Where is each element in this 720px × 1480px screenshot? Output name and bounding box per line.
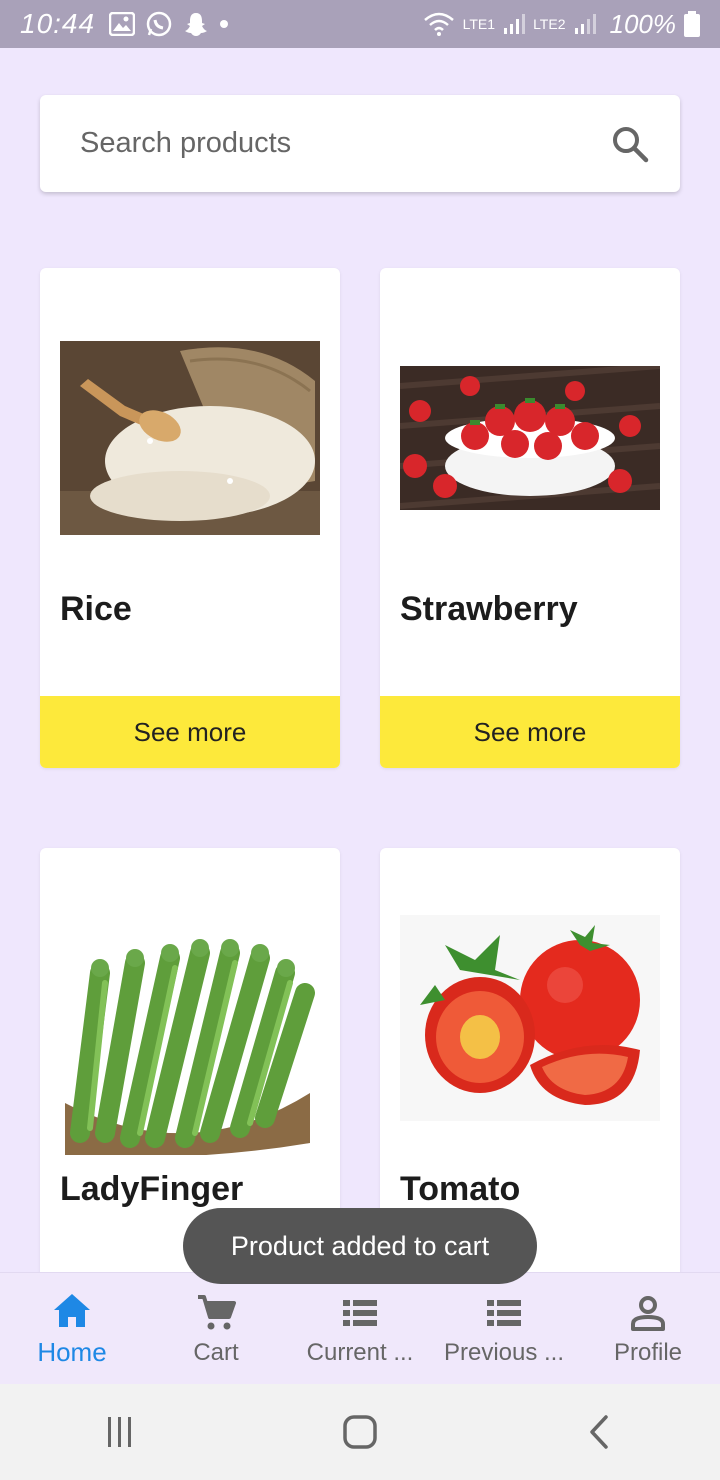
sim2-label: LTE2: [533, 16, 566, 32]
recent-apps-icon[interactable]: [100, 1412, 140, 1452]
product-card-rice[interactable]: Rice See more: [40, 268, 340, 768]
list-icon: [487, 1299, 521, 1326]
nav-item-home[interactable]: Home: [0, 1273, 144, 1384]
toast-message: Product added to cart: [183, 1208, 537, 1284]
nav-label: Current ...: [306, 1338, 414, 1366]
person-icon: [631, 1295, 665, 1331]
see-more-button[interactable]: See more: [40, 696, 340, 768]
battery-icon: [684, 11, 700, 37]
status-time: 10:44: [20, 8, 96, 39]
home-button-icon[interactable]: [340, 1412, 380, 1452]
wifi-icon: [423, 12, 454, 36]
notification-dot-icon: [220, 20, 229, 28]
nav-label: Previous ...: [443, 1338, 565, 1366]
list-icon: [343, 1299, 377, 1326]
home-icon: [54, 1294, 90, 1327]
system-navigation-bar: [0, 1384, 720, 1480]
search-input[interactable]: Search products: [80, 127, 610, 160]
sim1-label: LTE1: [462, 16, 496, 32]
product-name: Rice: [60, 590, 132, 628]
search-bar[interactable]: Search products: [40, 95, 680, 192]
snapchat-icon: [185, 13, 208, 36]
nav-label: Profile: [613, 1338, 683, 1366]
nav-item-previous-orders[interactable]: Previous ...: [432, 1273, 576, 1384]
cart-icon: [198, 1294, 236, 1329]
nav-item-current-orders[interactable]: Current ...: [288, 1273, 432, 1384]
product-image-ladyfinger: [60, 903, 320, 1155]
product-image-strawberry: [400, 366, 660, 510]
see-more-button[interactable]: See more: [380, 696, 680, 768]
product-name: Tomato: [400, 1170, 521, 1208]
battery-percent: 100%: [609, 8, 677, 39]
product-image-tomato: [400, 915, 660, 1121]
nav-item-profile[interactable]: Profile: [576, 1273, 720, 1384]
signal-icon: [504, 14, 526, 34]
signal-icon: [574, 14, 596, 34]
product-image-rice: [60, 341, 320, 535]
nav-item-cart[interactable]: Cart: [144, 1273, 288, 1384]
product-card-strawberry[interactable]: Strawberry See more: [380, 268, 680, 768]
whatsapp-icon: [146, 11, 172, 37]
back-icon[interactable]: [580, 1412, 620, 1452]
nav-label: Cart: [193, 1338, 239, 1366]
product-name: LadyFinger: [60, 1170, 244, 1208]
nav-label: Home: [37, 1337, 107, 1367]
status-bar: 10:44 LTE1 LTE2 100%: [0, 0, 720, 48]
bottom-navigation: Home Cart Current ... Previous ... Profi…: [0, 1272, 720, 1384]
search-icon[interactable]: [610, 124, 650, 164]
gallery-icon: [109, 12, 136, 36]
product-name: Strawberry: [400, 590, 578, 628]
